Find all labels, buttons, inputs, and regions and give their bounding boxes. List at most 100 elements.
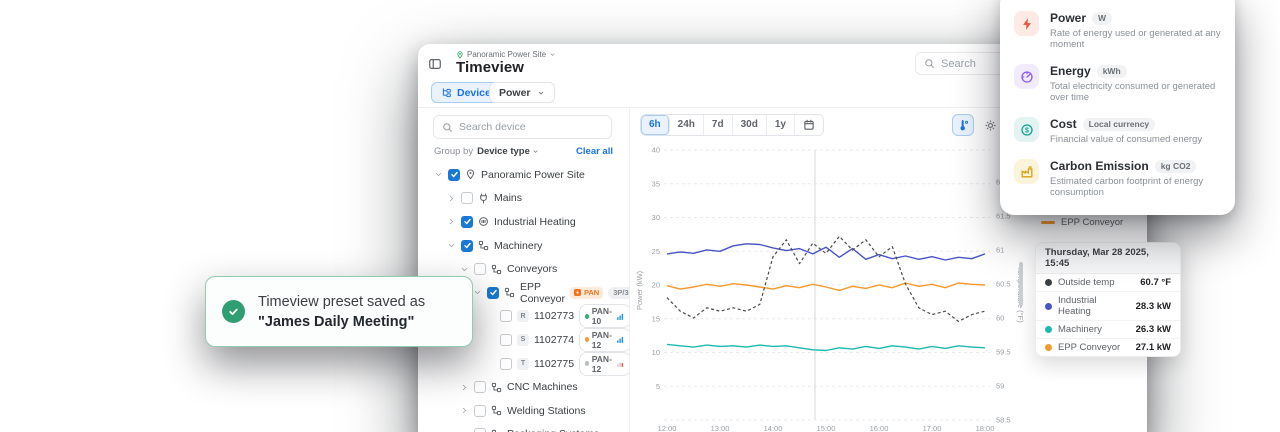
- tree-checkbox[interactable]: [461, 192, 473, 205]
- tree-checkbox[interactable]: [500, 333, 512, 346]
- metric-description: Estimated carbon footprint of energy con…: [1050, 176, 1204, 198]
- tree-checkbox[interactable]: [474, 263, 486, 276]
- metric-dropdown[interactable]: Power: [489, 82, 555, 103]
- tree-label: Industrial Heating: [494, 215, 576, 228]
- collapse-panel-icon[interactable]: [428, 57, 442, 71]
- chevron-right-icon[interactable]: [460, 406, 469, 415]
- group-by-row: Group by Device type Clear all: [434, 144, 613, 158]
- tree-label: Conveyors: [507, 263, 558, 276]
- svg-text:14:00: 14:00: [764, 424, 783, 432]
- breadcrumb-label: Panoramic Power Site: [467, 50, 547, 59]
- svg-text:16:00: 16:00: [870, 424, 889, 432]
- svg-text:59: 59: [996, 382, 1004, 391]
- tooltip-row: EPP Conveyor 27.1 kW: [1036, 339, 1180, 356]
- tree-checkbox[interactable]: [474, 404, 486, 417]
- clear-all-link[interactable]: Clear all: [576, 146, 613, 157]
- tree-checkbox[interactable]: [474, 428, 486, 432]
- search-icon: [442, 122, 453, 133]
- sensor-badge: PAN-12: [579, 351, 629, 376]
- device-search-placeholder: Search device: [459, 121, 526, 133]
- svg-text:15:00: 15:00: [817, 424, 836, 432]
- tree-checkbox[interactable]: [500, 310, 512, 323]
- svg-text:58.5: 58.5: [996, 416, 1011, 425]
- toast-notification[interactable]: Timeview preset saved as "James Daily Mee…: [205, 276, 473, 347]
- page-title: Timeview: [456, 59, 525, 76]
- group-by-select[interactable]: Device type: [477, 146, 539, 157]
- legend-item[interactable]: EPP Conveyor: [1041, 217, 1135, 228]
- chevron-down-icon[interactable]: [460, 265, 469, 274]
- tree-row[interactable]: Mains: [418, 187, 629, 211]
- sensor-badge: PAN-10: [579, 304, 629, 329]
- svg-text:12:00: 12:00: [658, 424, 677, 432]
- range-button-7d[interactable]: 7d: [703, 115, 733, 135]
- range-button-6h[interactable]: 6h: [641, 115, 670, 135]
- chart-settings-button[interactable]: [979, 114, 1001, 136]
- range-button-1y[interactable]: 1y: [766, 115, 795, 135]
- chevron-down-icon[interactable]: [447, 241, 456, 250]
- svg-text:Power (kW): Power (kW): [635, 270, 644, 310]
- chart-tooltip: Thursday, Mar 28 2025, 15:45 Outside tem…: [1035, 242, 1181, 357]
- metric-title: Cost: [1050, 117, 1077, 131]
- sensor-badge: PAN-12: [579, 327, 629, 352]
- tree-row[interactable]: Panoramic Power Site: [418, 163, 629, 187]
- tree-label: 1102773: [534, 310, 575, 323]
- svg-text:60.5: 60.5: [996, 280, 1011, 289]
- tooltip-row: Machinery 26.3 kW: [1036, 321, 1180, 339]
- calendar-icon[interactable]: [794, 115, 823, 135]
- dollar-icon: $: [1014, 117, 1039, 142]
- tree-row[interactable]: Packaging Systems: [418, 423, 629, 432]
- chevron-right-icon[interactable]: [447, 194, 456, 203]
- metric-description: Rate of energy used or generated at any …: [1050, 28, 1221, 50]
- tree-checkbox[interactable]: [500, 357, 512, 370]
- pan-badge: PAN: [569, 286, 604, 299]
- range-button-24h[interactable]: 24h: [669, 115, 704, 135]
- workflow-icon: [491, 264, 502, 275]
- chevron-down-icon[interactable]: [473, 288, 482, 297]
- metric-unit-badge: W: [1092, 11, 1113, 25]
- tree-checkbox[interactable]: [461, 215, 473, 228]
- metric-title: Power: [1050, 11, 1087, 25]
- svg-text:13:00: 13:00: [711, 424, 730, 432]
- location-pin-icon: [465, 169, 476, 180]
- tree-checkbox[interactable]: [474, 381, 486, 394]
- tree-checkbox[interactable]: [461, 239, 473, 252]
- workflow-icon: [478, 240, 489, 251]
- timeseries-chart[interactable]: 4035302520151056261.56160.56059.55958.51…: [634, 144, 1024, 432]
- tooltip-title: Thursday, Mar 28 2025, 15:45: [1036, 243, 1180, 274]
- svg-text:10: 10: [652, 348, 660, 357]
- metric-unit-badge: Local currency: [1082, 117, 1156, 131]
- metric-definition-row[interactable]: Carbon Emission kg CO2 Estimated carbon f…: [1000, 152, 1235, 205]
- device-search-input[interactable]: Search device: [433, 115, 612, 139]
- svg-text:60: 60: [996, 314, 1004, 323]
- tree-row[interactable]: T 1102775 PAN-12: [418, 351, 629, 376]
- range-button-30d[interactable]: 30d: [732, 115, 767, 135]
- tooltip-row: Outside temp 60.7 °F: [1036, 274, 1180, 292]
- temperature-toggle-button[interactable]: [952, 114, 974, 136]
- factory-icon: [1014, 159, 1039, 184]
- metrics-popover: Power W Rate of energy used or generated …: [1000, 0, 1235, 215]
- chevron-right-icon[interactable]: [460, 383, 469, 392]
- metric-unit-badge: kWh: [1096, 64, 1127, 78]
- tree-row[interactable]: Machinery: [418, 234, 629, 258]
- metric-title: Carbon Emission: [1050, 159, 1149, 173]
- tree-checkbox[interactable]: [448, 168, 460, 181]
- tree-row[interactable]: Industrial Heating: [418, 210, 629, 234]
- tree-row[interactable]: Welding Stations: [418, 399, 629, 423]
- chevron-down-icon[interactable]: [434, 170, 443, 179]
- svg-text:15: 15: [652, 314, 660, 323]
- signal-icon: [616, 335, 625, 344]
- device-tree-pane: Search device Group by Device type Clear…: [418, 108, 630, 432]
- metric-definition-row[interactable]: $ Cost Local currency Financial value of …: [1000, 110, 1235, 152]
- page: Panoramic Power Site Timeview Search Dev…: [0, 0, 1280, 432]
- status-dot: [585, 337, 589, 343]
- tree-row[interactable]: CNC Machines: [418, 375, 629, 399]
- phase-badge: T: [517, 357, 529, 370]
- chart-pane: 6h24h7d30d1y 4035302520151056261.56160.5…: [630, 108, 1181, 432]
- metric-unit-badge: kg CO2: [1154, 159, 1197, 173]
- tree-checkbox[interactable]: [487, 286, 499, 299]
- metric-definition-row[interactable]: Energy kWh Total electricity consumed or …: [1000, 57, 1235, 110]
- metric-definition-row[interactable]: Power W Rate of energy used or generated …: [1000, 4, 1235, 57]
- chevron-right-icon[interactable]: [447, 217, 456, 226]
- breadcrumb[interactable]: Panoramic Power Site: [456, 50, 556, 59]
- chart-scrollbar[interactable]: [1019, 262, 1023, 306]
